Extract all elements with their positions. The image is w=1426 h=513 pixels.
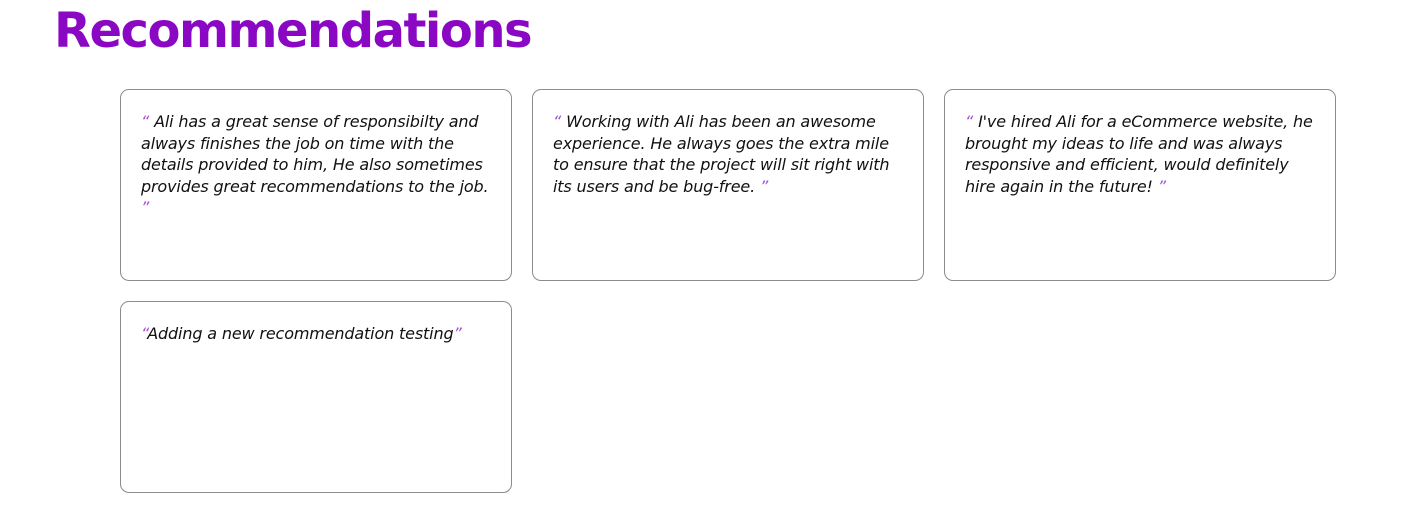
close-quote-mark: ” [141,198,150,217]
close-quote-mark: ” [759,176,769,196]
recommendations-grid: “ Ali has a great sense of responsibilty… [120,89,1336,493]
recommendation-text: Ali has a great sense of responsibilty a… [141,112,489,196]
close-quote-mark: ” [1157,176,1166,196]
recommendation-card: “ Working with Ali has been an awesome e… [532,89,924,281]
recommendation-card: “Adding a new recommendation testing” [120,301,512,493]
recommendation-card: “ I've hired Ali for a eCommerce website… [944,89,1336,281]
recommendation-quote: “ Working with Ali has been an awesome e… [553,111,903,197]
recommendation-quote: “ Ali has a great sense of responsibilty… [141,111,491,219]
open-quote-mark: “ [553,112,562,131]
open-quote-mark: “ [965,112,974,131]
recommendation-card: “ Ali has a great sense of responsibilty… [120,89,512,281]
page-title: Recommendations [54,3,533,59]
recommendation-text: Adding a new recommendation testing [147,324,454,343]
close-quote-mark: ” [453,324,462,343]
recommendation-text: Working with Ali has been an awesome exp… [553,112,890,196]
open-quote-mark: “ [141,112,150,131]
recommendation-quote: “Adding a new recommendation testing” [141,323,491,345]
recommendation-text: I've hired Ali for a eCommerce website, … [965,112,1313,196]
recommendation-quote: “ I've hired Ali for a eCommerce website… [965,111,1315,197]
